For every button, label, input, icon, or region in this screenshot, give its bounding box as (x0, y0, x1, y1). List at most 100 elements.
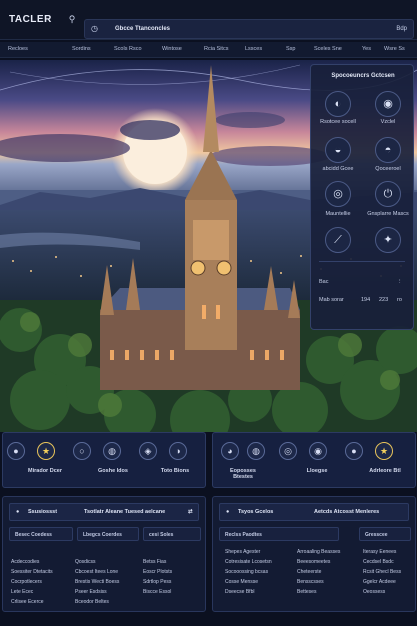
nav-item[interactable]: Ssp (286, 46, 295, 52)
list-item[interactable]: Cocrpotlecers (11, 579, 42, 585)
list-item[interactable]: Shepes Agester (225, 549, 260, 555)
header-subtitle: Aetcds Atcosst Menleres (314, 509, 380, 515)
list-item[interactable]: Cotresisate Lcosetsn (225, 559, 272, 565)
radio-icon[interactable]: ◎ (279, 442, 297, 460)
panel-menu-icon[interactable]: ⋮ (397, 279, 403, 285)
tab-strip: Reclss Paodtes Gresscee (219, 527, 411, 543)
tab-strip: Besec Coedess Lbegcs Coerdes cesi Soles (9, 527, 201, 543)
clock-icon: ◷ (91, 24, 98, 33)
list-item[interactable]: Ggelcr Acdeee (363, 579, 396, 585)
wand-icon[interactable]: ⟋ (325, 227, 351, 253)
footer (0, 614, 417, 626)
list-item[interactable]: Betteses (297, 589, 316, 595)
tab[interactable]: cesi Soles (143, 527, 201, 541)
list-item[interactable]: Acdeccodies (11, 559, 39, 565)
nav-item[interactable]: Yes (362, 46, 371, 52)
list-item[interactable]: Beeesomeetes (297, 559, 330, 565)
orb-icon[interactable]: ◍ (247, 442, 265, 460)
landscape-icon[interactable]: ◒ (325, 137, 351, 163)
list-item[interactable]: Rcsit Ghecl Bess (363, 569, 401, 575)
panel-item-label: Vzclel (380, 119, 396, 125)
nav-bar: Recloes Sordins Scols Rsco Wintose Rcia … (0, 42, 417, 58)
night-icon[interactable]: ◓ (375, 137, 401, 163)
panel-item-label: abcidd Gcee (322, 166, 354, 172)
list-item[interactable]: Soessiter Dtetacits (11, 569, 53, 575)
nav-item[interactable]: Scols Rsco (114, 46, 142, 52)
link-icon[interactable]: ⚲ (66, 13, 78, 25)
list-item[interactable]: Biscce Essol (143, 589, 171, 595)
list-item[interactable]: Brestis Wecti Boess (75, 579, 119, 585)
list-item[interactable]: Eoscr Plotsts (143, 569, 172, 575)
tab[interactable]: Besec Coedess (9, 527, 73, 541)
nav-item[interactable]: Recloes (8, 46, 28, 52)
record-icon[interactable]: ● (345, 442, 363, 460)
panel-stat: 194 (361, 297, 371, 303)
panel-footer-label: Bac (319, 279, 329, 285)
list-item[interactable]: Cheteerste (297, 569, 321, 575)
panel-item-label: Qoceeroel (375, 166, 401, 172)
list-item[interactable]: Betss Fias (143, 559, 166, 565)
list-item[interactable]: Pseer Esdsiss (75, 589, 107, 595)
list-item[interactable]: Socooossing bcsas (225, 569, 268, 575)
card-label: Lloegse (306, 468, 328, 474)
list-item[interactable]: Qosdicss (75, 559, 96, 565)
nav-item[interactable]: Rcia Sitcs (204, 46, 228, 52)
tab[interactable]: Lbegcs Coerdes (77, 527, 139, 541)
share-icon[interactable]: ⇄ (188, 509, 193, 515)
planet-icon[interactable]: ◑ (169, 442, 187, 460)
search-bar[interactable]: ◷ Gbcce Ttanconcles Bdp (84, 19, 414, 39)
list-item[interactable]: Bensscsses (297, 579, 324, 585)
list-item[interactable]: Lete Ecec (11, 589, 33, 595)
stars-icon[interactable]: ✦ (375, 227, 401, 253)
nav-item[interactable]: Lssces (245, 46, 262, 52)
panel-stat: 223 (379, 297, 389, 303)
card-label: Mirador Dcer (28, 468, 62, 474)
list-item[interactable]: Cecdsel Bsdc (363, 559, 394, 565)
header-subtitle: Tsotlatr Aleane Tuesed aelcane (84, 509, 166, 515)
divider (319, 261, 405, 262)
nav-item[interactable]: Wintose (162, 46, 182, 52)
card-label: Adrleore Btl (369, 468, 401, 474)
list-item[interactable]: Oeossess (363, 589, 385, 595)
moon-icon[interactable]: ◐ (325, 91, 351, 117)
panel-item-label: Mauntellie (325, 211, 351, 217)
disc-icon[interactable]: ◍ (103, 442, 121, 460)
header-dot-icon: ● (226, 509, 230, 515)
panel-header: ● Tsyos Gcelos Aetcds Atcosst Menleres (219, 503, 409, 521)
circle-icon[interactable]: ○ (73, 442, 91, 460)
list-item[interactable]: Arroaaling Beasses (297, 549, 340, 555)
tab[interactable]: Gresscee (359, 527, 411, 541)
compass-icon[interactable]: ◎ (325, 181, 351, 207)
list-item[interactable]: Iterasy Eenees (363, 549, 396, 555)
nav-item[interactable]: Sceles Sne (314, 46, 342, 52)
list-item[interactable]: Cosse Mensse (225, 579, 258, 585)
tab[interactable]: Reclss Paodtes (219, 527, 339, 541)
card-label: Eoposses Btestes (230, 468, 256, 480)
panel-item-label: Gnsplarre Mascs (367, 211, 409, 217)
planet-icon[interactable]: ◕ (221, 442, 239, 460)
panel-stat: ro (397, 297, 402, 303)
list-item[interactable]: Sdrtlop Pess (143, 579, 171, 585)
header-title: Ssusiossst (28, 509, 58, 515)
star-icon[interactable]: ★ (37, 442, 55, 460)
list-item[interactable]: Dseecse Bfbl (225, 589, 254, 595)
record-icon[interactable]: ● (7, 442, 25, 460)
globe-icon[interactable]: ◉ (375, 91, 401, 117)
target-icon[interactable]: ◈ (139, 442, 157, 460)
card-label: Toto Bions (160, 468, 190, 474)
list-item[interactable]: Bceodor Beltes (75, 599, 109, 605)
bottom-left-panel: ● Ssusiossst Tsotlatr Aleane Tuesed aelc… (2, 496, 206, 612)
nav-item[interactable]: Sordins (72, 46, 91, 52)
search-button[interactable]: Bdp (396, 26, 407, 32)
nav-item[interactable]: Wsre Ss (384, 46, 405, 52)
list-item[interactable]: Cbcoest Itees Lone (75, 569, 118, 575)
earth-icon[interactable]: ◉ (309, 442, 327, 460)
star-icon[interactable]: ★ (375, 442, 393, 460)
header-dot-icon: ● (16, 509, 20, 515)
power-icon[interactable]: ⏻ (375, 181, 401, 207)
app-logo: TACLER (9, 14, 52, 25)
search-input[interactable]: Gbcce Ttanconcles (115, 26, 170, 32)
panel-item-label: Rsotcee socell (320, 119, 356, 125)
top-bar: TACLER ⚲ ◷ Gbcce Ttanconcles Bdp (0, 0, 417, 40)
list-item[interactable]: Crlisee Ecerce (11, 599, 44, 605)
